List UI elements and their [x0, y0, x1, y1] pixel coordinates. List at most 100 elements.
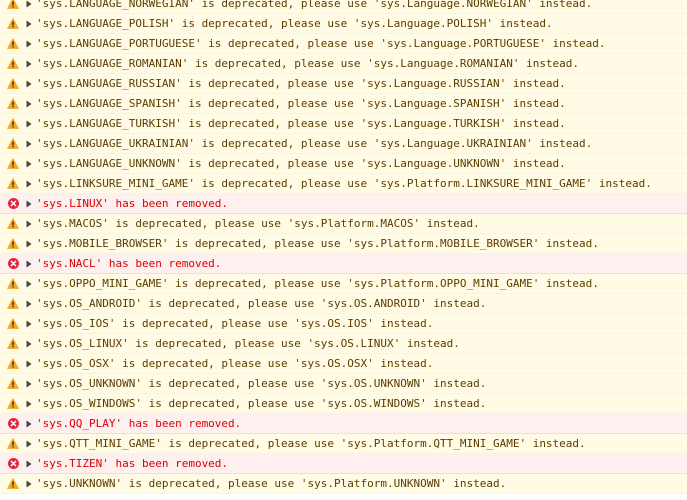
console-message-text: 'sys.MOBILE_BROWSER' is deprecated, plea… — [36, 236, 599, 250]
console-message-text: 'sys.OS_IOS' is deprecated, please use '… — [36, 316, 434, 330]
console-message-text: 'sys.LANGUAGE_PORTUGUESE' is deprecated,… — [36, 36, 606, 50]
warning-icon — [0, 434, 26, 454]
warning-icon — [0, 474, 26, 494]
console-warning-message[interactable]: 'sys.OS_IOS' is deprecated, please use '… — [0, 314, 687, 334]
console-message-text: 'sys.LANGUAGE_RUSSIAN' is deprecated, pl… — [36, 76, 566, 90]
console-warning-message[interactable]: 'sys.LANGUAGE_NORWEGIAN' is deprecated, … — [0, 0, 687, 14]
expand-arrow-icon[interactable] — [26, 40, 35, 48]
expand-arrow-icon[interactable] — [26, 440, 35, 448]
expand-arrow-icon[interactable] — [26, 420, 35, 428]
expand-arrow-icon[interactable] — [26, 380, 35, 388]
console-message-text: 'sys.OS_LINUX' is deprecated, please use… — [36, 336, 460, 350]
expand-arrow-icon[interactable] — [26, 220, 35, 228]
warning-icon — [0, 374, 26, 394]
console-warning-message[interactable]: 'sys.OS_WINDOWS' is deprecated, please u… — [0, 394, 687, 414]
console-message-text: 'sys.LANGUAGE_UNKNOWN' is deprecated, pl… — [36, 156, 566, 170]
expand-arrow-icon[interactable] — [26, 460, 35, 468]
console-message-text: 'sys.TIZEN' has been removed. — [36, 456, 229, 470]
console-message-text: 'sys.QQ_PLAY' has been removed. — [36, 416, 242, 430]
console-warning-message[interactable]: 'sys.LANGUAGE_UNKNOWN' is deprecated, pl… — [0, 154, 687, 174]
console-warning-message[interactable]: 'sys.LANGUAGE_UKRAINIAN' is deprecated, … — [0, 134, 687, 154]
console-message-text: 'sys.OS_OSX' is deprecated, please use '… — [36, 356, 434, 370]
expand-arrow-icon[interactable] — [26, 20, 35, 28]
expand-arrow-icon[interactable] — [26, 160, 35, 168]
console-error-message[interactable]: 'sys.QQ_PLAY' has been removed. — [0, 414, 687, 434]
expand-arrow-icon[interactable] — [26, 200, 35, 208]
expand-arrow-icon[interactable] — [26, 300, 35, 308]
console-warning-message[interactable]: 'sys.LANGUAGE_PORTUGUESE' is deprecated,… — [0, 34, 687, 54]
console-message-text: 'sys.OPPO_MINI_GAME' is deprecated, plea… — [36, 276, 599, 290]
console-warning-message[interactable]: 'sys.LINKSURE_MINI_GAME' is deprecated, … — [0, 174, 687, 194]
console-warning-message[interactable]: 'sys.LANGUAGE_RUSSIAN' is deprecated, pl… — [0, 74, 687, 94]
console-warning-message[interactable]: 'sys.OS_UNKNOWN' is deprecated, please u… — [0, 374, 687, 394]
expand-arrow-icon[interactable] — [26, 100, 35, 108]
console-warning-message[interactable]: 'sys.OPPO_MINI_GAME' is deprecated, plea… — [0, 274, 687, 294]
warning-icon — [0, 134, 26, 154]
expand-arrow-icon[interactable] — [26, 360, 35, 368]
console-message-text: 'sys.QTT_MINI_GAME' is deprecated, pleas… — [36, 436, 586, 450]
expand-arrow-icon[interactable] — [26, 60, 35, 68]
console-warning-message[interactable]: 'sys.LANGUAGE_ROMANIAN' is deprecated, p… — [0, 54, 687, 74]
console-message-text: 'sys.LANGUAGE_UKRAINIAN' is deprecated, … — [36, 136, 593, 150]
console-warning-message[interactable]: 'sys.OS_LINUX' is deprecated, please use… — [0, 334, 687, 354]
expand-arrow-icon[interactable] — [26, 180, 35, 188]
console-warning-message[interactable]: 'sys.MACOS' is deprecated, please use 's… — [0, 214, 687, 234]
expand-arrow-icon[interactable] — [26, 0, 35, 8]
warning-icon — [0, 354, 26, 374]
warning-icon — [0, 334, 26, 354]
warning-icon — [0, 214, 26, 234]
error-icon — [0, 414, 26, 434]
expand-arrow-icon[interactable] — [26, 240, 35, 248]
warning-icon — [0, 54, 26, 74]
console-message-text: 'sys.OS_UNKNOWN' is deprecated, please u… — [36, 376, 487, 390]
console-error-message[interactable]: 'sys.LINUX' has been removed. — [0, 194, 687, 214]
console-message-text: 'sys.MACOS' is deprecated, please use 's… — [36, 216, 480, 230]
warning-icon — [0, 174, 26, 194]
warning-icon — [0, 314, 26, 334]
expand-arrow-icon[interactable] — [26, 340, 35, 348]
console-panel: 'sys.LANGUAGE_NORWEGIAN' is deprecated, … — [0, 0, 687, 500]
console-message-list: 'sys.LANGUAGE_NORWEGIAN' is deprecated, … — [0, 0, 687, 494]
console-message-text: 'sys.LINKSURE_MINI_GAME' is deprecated, … — [36, 176, 652, 190]
console-message-text: 'sys.OS_ANDROID' is deprecated, please u… — [36, 296, 487, 310]
warning-icon — [0, 114, 26, 134]
expand-arrow-icon[interactable] — [26, 280, 35, 288]
error-icon — [0, 254, 26, 274]
expand-arrow-icon[interactable] — [26, 260, 35, 268]
console-message-text: 'sys.NACL' has been removed. — [36, 256, 222, 270]
console-warning-message[interactable]: 'sys.LANGUAGE_TURKISH' is deprecated, pl… — [0, 114, 687, 134]
console-warning-message[interactable]: 'sys.OS_ANDROID' is deprecated, please u… — [0, 294, 687, 314]
expand-arrow-icon[interactable] — [26, 480, 35, 488]
console-message-text: 'sys.UNKNOWN' is deprecated, please use … — [36, 476, 507, 490]
expand-arrow-icon[interactable] — [26, 80, 35, 88]
console-warning-message[interactable]: 'sys.LANGUAGE_SPANISH' is deprecated, pl… — [0, 94, 687, 114]
error-icon — [0, 454, 26, 474]
warning-icon — [0, 234, 26, 254]
expand-arrow-icon[interactable] — [26, 400, 35, 408]
console-error-message[interactable]: 'sys.TIZEN' has been removed. — [0, 454, 687, 474]
warning-icon — [0, 394, 26, 414]
expand-arrow-icon[interactable] — [26, 140, 35, 148]
console-message-text: 'sys.LANGUAGE_POLISH' is deprecated, ple… — [36, 16, 553, 30]
warning-icon — [0, 154, 26, 174]
expand-arrow-icon[interactable] — [26, 320, 35, 328]
error-icon — [0, 194, 26, 214]
warning-icon — [0, 94, 26, 114]
console-warning-message[interactable]: 'sys.OS_OSX' is deprecated, please use '… — [0, 354, 687, 374]
warning-icon — [0, 74, 26, 94]
console-message-text: 'sys.LANGUAGE_NORWEGIAN' is deprecated, … — [36, 0, 593, 10]
expand-arrow-icon[interactable] — [26, 120, 35, 128]
console-error-message[interactable]: 'sys.NACL' has been removed. — [0, 254, 687, 274]
warning-icon — [0, 274, 26, 294]
warning-icon — [0, 14, 26, 34]
console-warning-message[interactable]: 'sys.MOBILE_BROWSER' is deprecated, plea… — [0, 234, 687, 254]
console-warning-message[interactable]: 'sys.QTT_MINI_GAME' is deprecated, pleas… — [0, 434, 687, 454]
console-message-text: 'sys.LINUX' has been removed. — [36, 196, 229, 210]
console-message-text: 'sys.OS_WINDOWS' is deprecated, please u… — [36, 396, 487, 410]
warning-icon — [0, 294, 26, 314]
console-message-text: 'sys.LANGUAGE_ROMANIAN' is deprecated, p… — [36, 56, 580, 70]
console-warning-message[interactable]: 'sys.UNKNOWN' is deprecated, please use … — [0, 474, 687, 494]
warning-icon — [0, 34, 26, 54]
console-warning-message[interactable]: 'sys.LANGUAGE_POLISH' is deprecated, ple… — [0, 14, 687, 34]
warning-icon — [0, 0, 26, 14]
